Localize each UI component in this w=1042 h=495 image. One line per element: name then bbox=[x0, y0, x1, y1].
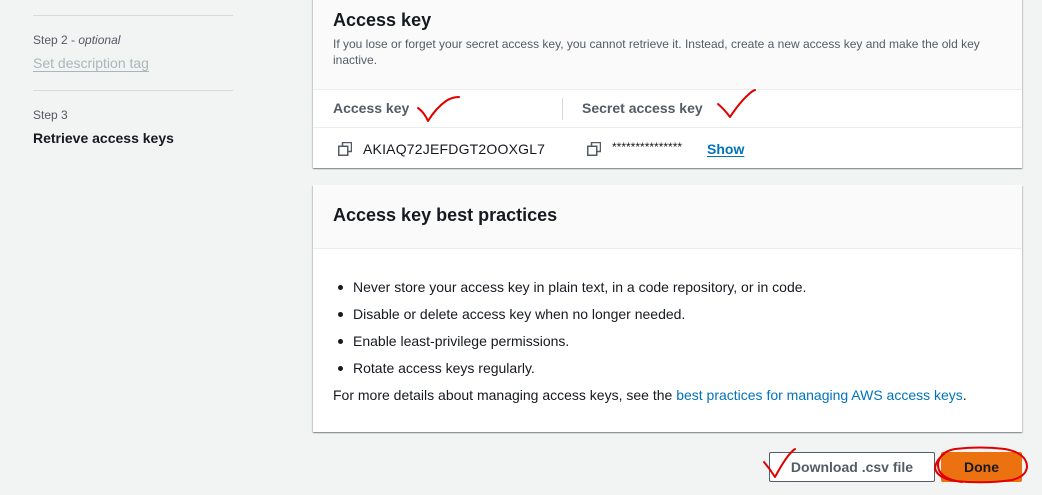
footer-suffix: . bbox=[962, 387, 967, 403]
copy-icon[interactable] bbox=[587, 142, 601, 156]
download-csv-button[interactable]: Download .csv file bbox=[769, 452, 935, 482]
list-item: Disable or delete access key when no lon… bbox=[333, 301, 806, 328]
access-key-value: AKIAQ72JEFDGT2OOXGL7 bbox=[363, 141, 546, 157]
list-item: Enable least-privilege permissions. bbox=[333, 328, 806, 355]
access-key-card: Access key If you lose or forget your se… bbox=[313, 0, 1022, 168]
step-2-optional-label: optional bbox=[78, 33, 121, 47]
show-secret-key-link[interactable]: Show bbox=[707, 141, 744, 157]
step-2-link[interactable]: Set description tag bbox=[33, 55, 149, 71]
best-practices-card-title: Access key best practices bbox=[333, 205, 558, 225]
best-practices-card-header: Access key best practices bbox=[313, 185, 1022, 249]
footer-prefix: For more details about managing access k… bbox=[333, 387, 677, 403]
list-item: Never store your access key in plain tex… bbox=[333, 274, 806, 301]
list-item: Rotate access keys regularly. bbox=[333, 355, 806, 382]
best-practices-footer: For more details about managing access k… bbox=[333, 387, 967, 403]
best-practices-card: Access key best practices Never store yo… bbox=[313, 185, 1022, 432]
access-key-column-header: Access key bbox=[333, 100, 410, 116]
step-3-title: Retrieve access keys bbox=[33, 130, 174, 146]
copy-icon[interactable] bbox=[338, 142, 352, 156]
access-key-card-title: Access key bbox=[333, 10, 432, 30]
secret-key-column-header: Secret access key bbox=[582, 100, 703, 116]
table-row-divider bbox=[313, 127, 1022, 128]
step-2-caption: Step 2 - optional bbox=[33, 33, 121, 47]
step-2-number: Step 2 bbox=[33, 33, 68, 47]
access-key-card-header: Access key If you lose or forget your se… bbox=[313, 0, 1022, 90]
secret-key-masked: *************** bbox=[612, 140, 683, 154]
access-key-card-description: If you lose or forget your secret access… bbox=[333, 37, 980, 67]
step-divider bbox=[33, 90, 233, 91]
column-separator bbox=[562, 98, 563, 120]
best-practices-link[interactable]: best practices for managing AWS access k… bbox=[676, 387, 963, 403]
done-button[interactable]: Done bbox=[941, 452, 1022, 482]
step-divider bbox=[33, 15, 233, 16]
step-3-caption: Step 3 bbox=[33, 108, 68, 122]
best-practices-list: Never store your access key in plain tex… bbox=[333, 274, 806, 382]
